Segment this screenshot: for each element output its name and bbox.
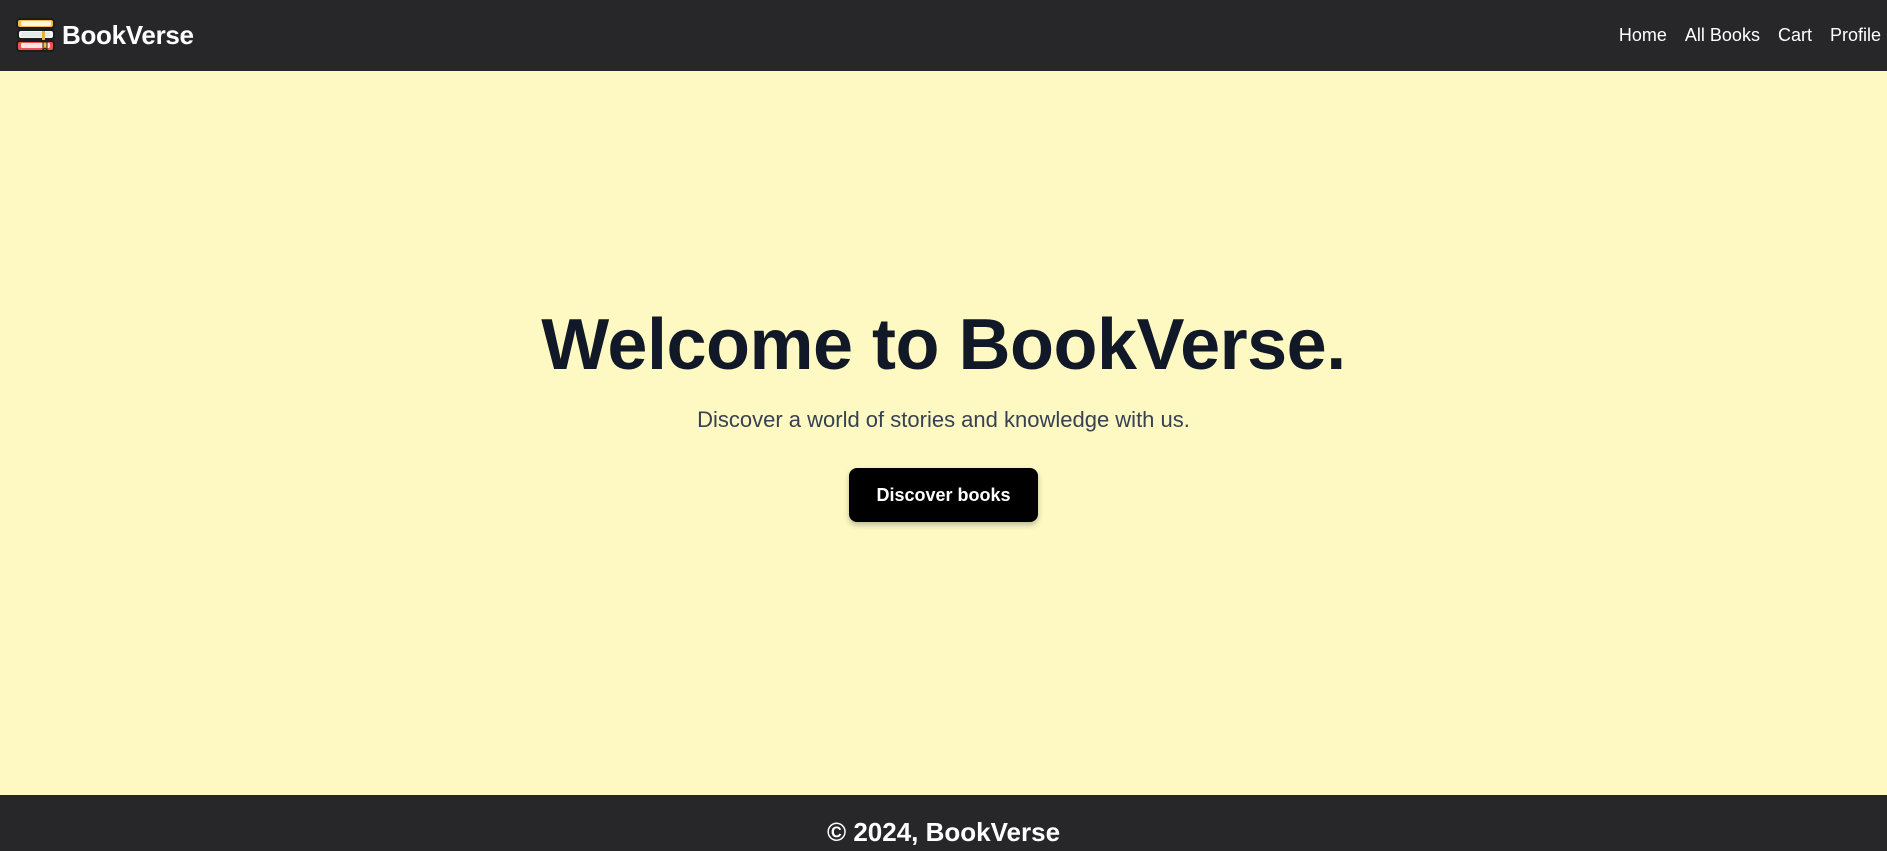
navbar: BookVerse Home All Books Cart Profile: [0, 0, 1887, 71]
nav-link-home[interactable]: Home: [1619, 25, 1667, 46]
nav-link-cart[interactable]: Cart: [1778, 25, 1812, 46]
hero-subtitle: Discover a world of stories and knowledg…: [697, 407, 1190, 433]
discover-books-button[interactable]: Discover books: [849, 468, 1038, 523]
hero-title: Welcome to BookVerse.: [541, 304, 1346, 385]
hero-section: Welcome to BookVerse. Discover a world o…: [0, 71, 1887, 795]
nav-link-all-books[interactable]: All Books: [1685, 25, 1760, 46]
main-nav: Home All Books Cart Profile: [1619, 25, 1881, 46]
brand-name: BookVerse: [62, 20, 194, 50]
book-stack-icon: [16, 17, 55, 52]
footer-copyright: © 2024, BookVerse: [826, 817, 1061, 847]
brand[interactable]: BookVerse: [16, 16, 194, 56]
nav-link-profile[interactable]: Profile: [1830, 25, 1881, 46]
footer: © 2024, BookVerse: [0, 795, 1887, 851]
